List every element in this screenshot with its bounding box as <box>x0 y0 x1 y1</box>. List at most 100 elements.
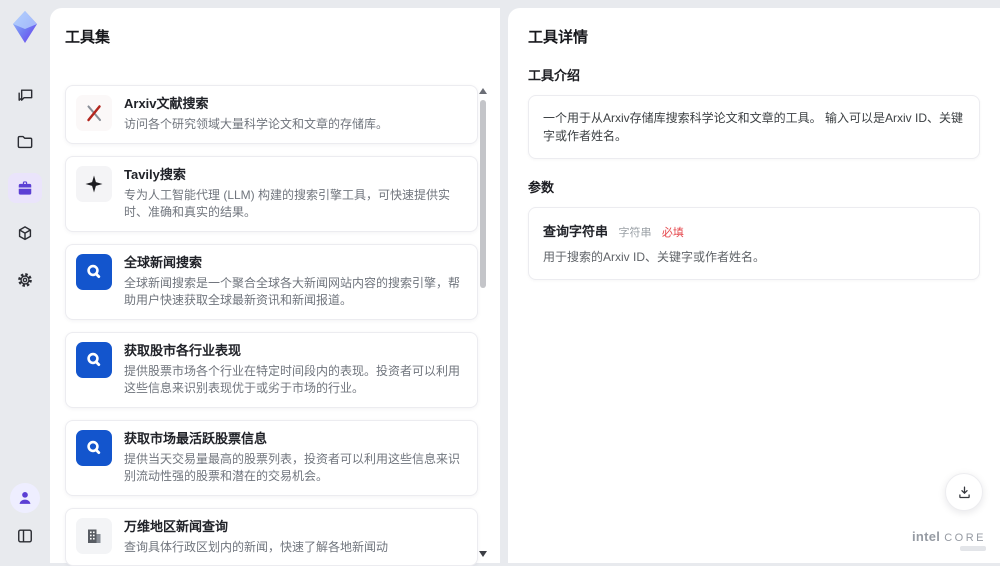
tool-description: 查询具体行政区划内的新闻，快速了解各地新闻动 <box>124 539 467 557</box>
tool-tags <box>429 254 467 259</box>
category-tab[interactable] <box>121 63 141 73</box>
download-button[interactable] <box>945 473 983 511</box>
tool-body: Arxiv文献搜索 访问各个研究领域大量科学论文和文章的存储库。 <box>124 95 467 134</box>
list-scrollbar[interactable] <box>478 88 488 557</box>
param-name: 查询字符串 <box>543 224 608 239</box>
sidebar-item-settings[interactable] <box>8 265 42 295</box>
scroll-up-icon[interactable] <box>479 88 487 94</box>
scroll-down-icon[interactable] <box>479 551 487 557</box>
tavily-star-icon <box>83 173 105 195</box>
intel-logo-text: intel <box>912 529 940 544</box>
tool-icon <box>76 518 112 554</box>
intro-heading: 工具介绍 <box>528 65 980 84</box>
tool-icon <box>76 166 112 202</box>
sidebar-item-collapse[interactable] <box>8 521 42 551</box>
download-icon <box>956 484 973 501</box>
badge-sub-mark <box>960 546 986 551</box>
tool-list: Arxiv文献搜索 访问各个研究领域大量科学论文和文章的存储库。 <box>65 85 478 566</box>
param-box: 查询字符串 字符串 必填 用于搜索的Arxiv ID、关键字或作者姓名。 <box>528 207 980 280</box>
tool-tag <box>429 430 445 435</box>
tool-tags <box>429 166 467 171</box>
left-rail <box>0 0 50 563</box>
core-logo-text: CORE <box>944 532 986 544</box>
arxiv-logo-icon <box>83 102 105 124</box>
tool-tag <box>429 166 445 171</box>
tool-card[interactable]: Tavily搜索 专为人工智能代理 (LLM) 构建的搜索引擎工具，可快速提供实… <box>65 156 478 232</box>
sidebar-item-models[interactable] <box>8 219 42 249</box>
tool-tags <box>429 342 467 347</box>
tool-card[interactable]: 获取股市各行业表现 提供股票市场各个行业在特定时间段内的表现。投资者可以利用这些… <box>65 332 478 408</box>
tool-title: Tavily搜索 <box>124 166 421 184</box>
tool-description: 专为人工智能代理 (LLM) 构建的搜索引擎工具，可快速提供实时、准确和真实的结… <box>124 187 467 222</box>
tool-body: Tavily搜索 专为人工智能代理 (LLM) 构建的搜索引擎工具，可快速提供实… <box>124 166 467 222</box>
param-header: 查询字符串 字符串 必填 <box>543 221 965 241</box>
search-logo-icon <box>83 437 105 459</box>
tool-tag <box>451 166 467 171</box>
category-tab[interactable] <box>149 63 169 73</box>
detail-title: 工具详情 <box>528 26 980 47</box>
tool-icon <box>76 342 112 378</box>
param-description: 用于搜索的Arxiv ID、关键字或作者姓名。 <box>543 249 965 266</box>
tool-description: 全球新闻搜索是一个聚合全球各大新闻网站内容的搜索引擎，帮助用户快速获取全球最新资… <box>124 275 467 310</box>
tool-tag <box>429 342 445 347</box>
tool-description: 提供当天交易量最高的股票列表，投资者可以利用这些信息来识别流动性强的股票和潜在的… <box>124 451 467 486</box>
tool-icon <box>76 95 112 131</box>
tool-tag <box>429 254 445 259</box>
chat-icon <box>15 86 35 106</box>
user-icon <box>15 488 35 508</box>
tool-title: Arxiv文献搜索 <box>124 95 421 113</box>
tool-body: 全球新闻搜索 全球新闻搜索是一个聚合全球各大新闻网站内容的搜索引擎，帮助用户快速… <box>124 254 467 310</box>
tool-card[interactable]: 获取市场最活跃股票信息 提供当天交易量最高的股票列表，投资者可以利用这些信息来识… <box>65 420 478 496</box>
tool-card[interactable]: Arxiv文献搜索 访问各个研究领域大量科学论文和文章的存储库。 <box>65 85 478 144</box>
tool-tag <box>429 518 445 523</box>
tool-icon <box>76 254 112 290</box>
tool-tags <box>429 95 467 100</box>
tool-title: 万维地区新闻查询 <box>124 518 421 536</box>
category-tab[interactable] <box>65 63 85 73</box>
tool-tags <box>429 430 467 435</box>
toolbox-icon <box>15 178 35 198</box>
scrollbar-thumb[interactable] <box>480 100 486 288</box>
search-logo-icon <box>83 349 105 371</box>
gear-icon <box>15 270 35 290</box>
news-building-icon <box>83 525 105 547</box>
sidebar-item-tools[interactable] <box>8 173 42 203</box>
search-logo-icon <box>83 261 105 283</box>
tool-title: 获取市场最活跃股票信息 <box>124 430 421 448</box>
param-required-badge: 必填 <box>662 227 684 239</box>
category-tabs <box>65 63 478 73</box>
tool-tags <box>429 518 467 523</box>
app-logo <box>8 9 42 45</box>
sidebar-item-account[interactable] <box>10 483 40 513</box>
params-heading: 参数 <box>528 177 980 196</box>
tool-body: 获取市场最活跃股票信息 提供当天交易量最高的股票列表，投资者可以利用这些信息来识… <box>124 430 467 486</box>
panel-divider <box>500 8 508 563</box>
tool-title: 获取股市各行业表现 <box>124 342 421 360</box>
sidebar-item-chat[interactable] <box>8 81 42 111</box>
main-area: 工具集 <box>50 8 1000 563</box>
tool-card[interactable]: 全球新闻搜索 全球新闻搜索是一个聚合全球各大新闻网站内容的搜索引擎，帮助用户快速… <box>65 244 478 320</box>
tool-card[interactable]: 万维地区新闻查询 查询具体行政区划内的新闻，快速了解各地新闻动 <box>65 508 478 566</box>
intro-text: 一个用于从Arxiv存储库搜索科学论文和文章的工具。 输入可以是Arxiv ID… <box>543 109 965 145</box>
tool-body: 万维地区新闻查询 查询具体行政区划内的新闻，快速了解各地新闻动 <box>124 518 467 557</box>
folder-icon <box>15 132 35 152</box>
tool-detail-panel: 工具详情 工具介绍 一个用于从Arxiv存储库搜索科学论文和文章的工具。 输入可… <box>508 8 1000 563</box>
panel-toggle-icon <box>15 526 35 546</box>
tool-list-panel: 工具集 <box>50 8 500 563</box>
tool-icon <box>76 430 112 466</box>
intel-core-badge: intel CORE <box>912 529 986 551</box>
tool-title: 全球新闻搜索 <box>124 254 421 272</box>
tool-tag <box>451 95 467 100</box>
tool-tag <box>451 518 467 523</box>
tool-tag <box>451 430 467 435</box>
cube-icon <box>15 224 35 244</box>
tool-tag <box>451 254 467 259</box>
sidebar-item-files[interactable] <box>8 127 42 157</box>
category-tab[interactable] <box>93 63 113 73</box>
tool-tag <box>429 95 445 100</box>
param-type: 字符串 <box>618 227 651 239</box>
intro-box: 一个用于从Arxiv存储库搜索科学论文和文章的工具。 输入可以是Arxiv ID… <box>528 95 980 159</box>
tool-description: 访问各个研究领域大量科学论文和文章的存储库。 <box>124 116 467 134</box>
tool-tag <box>451 342 467 347</box>
tool-body: 获取股市各行业表现 提供股票市场各个行业在特定时间段内的表现。投资者可以利用这些… <box>124 342 467 398</box>
